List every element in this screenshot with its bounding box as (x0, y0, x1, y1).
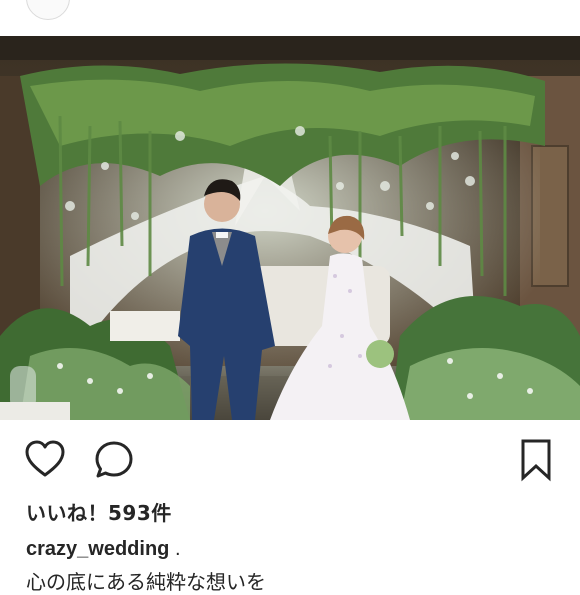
caption-username[interactable]: crazy_wedding (26, 538, 169, 560)
like-count[interactable]: いいね！593件 (26, 497, 172, 526)
post-photo[interactable] (0, 36, 580, 420)
post-action-bar (0, 430, 580, 490)
heart-outline-icon[interactable] (24, 440, 66, 478)
bookmark-icon[interactable] (516, 438, 556, 482)
speech-bubble-icon[interactable] (94, 440, 134, 480)
caption-dot: . (169, 538, 181, 560)
caption-text: 心の底にある純粋な想いを (26, 570, 266, 594)
profile-avatar[interactable] (26, 0, 70, 20)
post-header: crazy_wedding (0, 0, 580, 36)
wedding-photo-illustration (0, 36, 580, 420)
caption: crazy_wedding . (26, 538, 181, 561)
header-username[interactable]: crazy_wedding (110, 0, 218, 9)
